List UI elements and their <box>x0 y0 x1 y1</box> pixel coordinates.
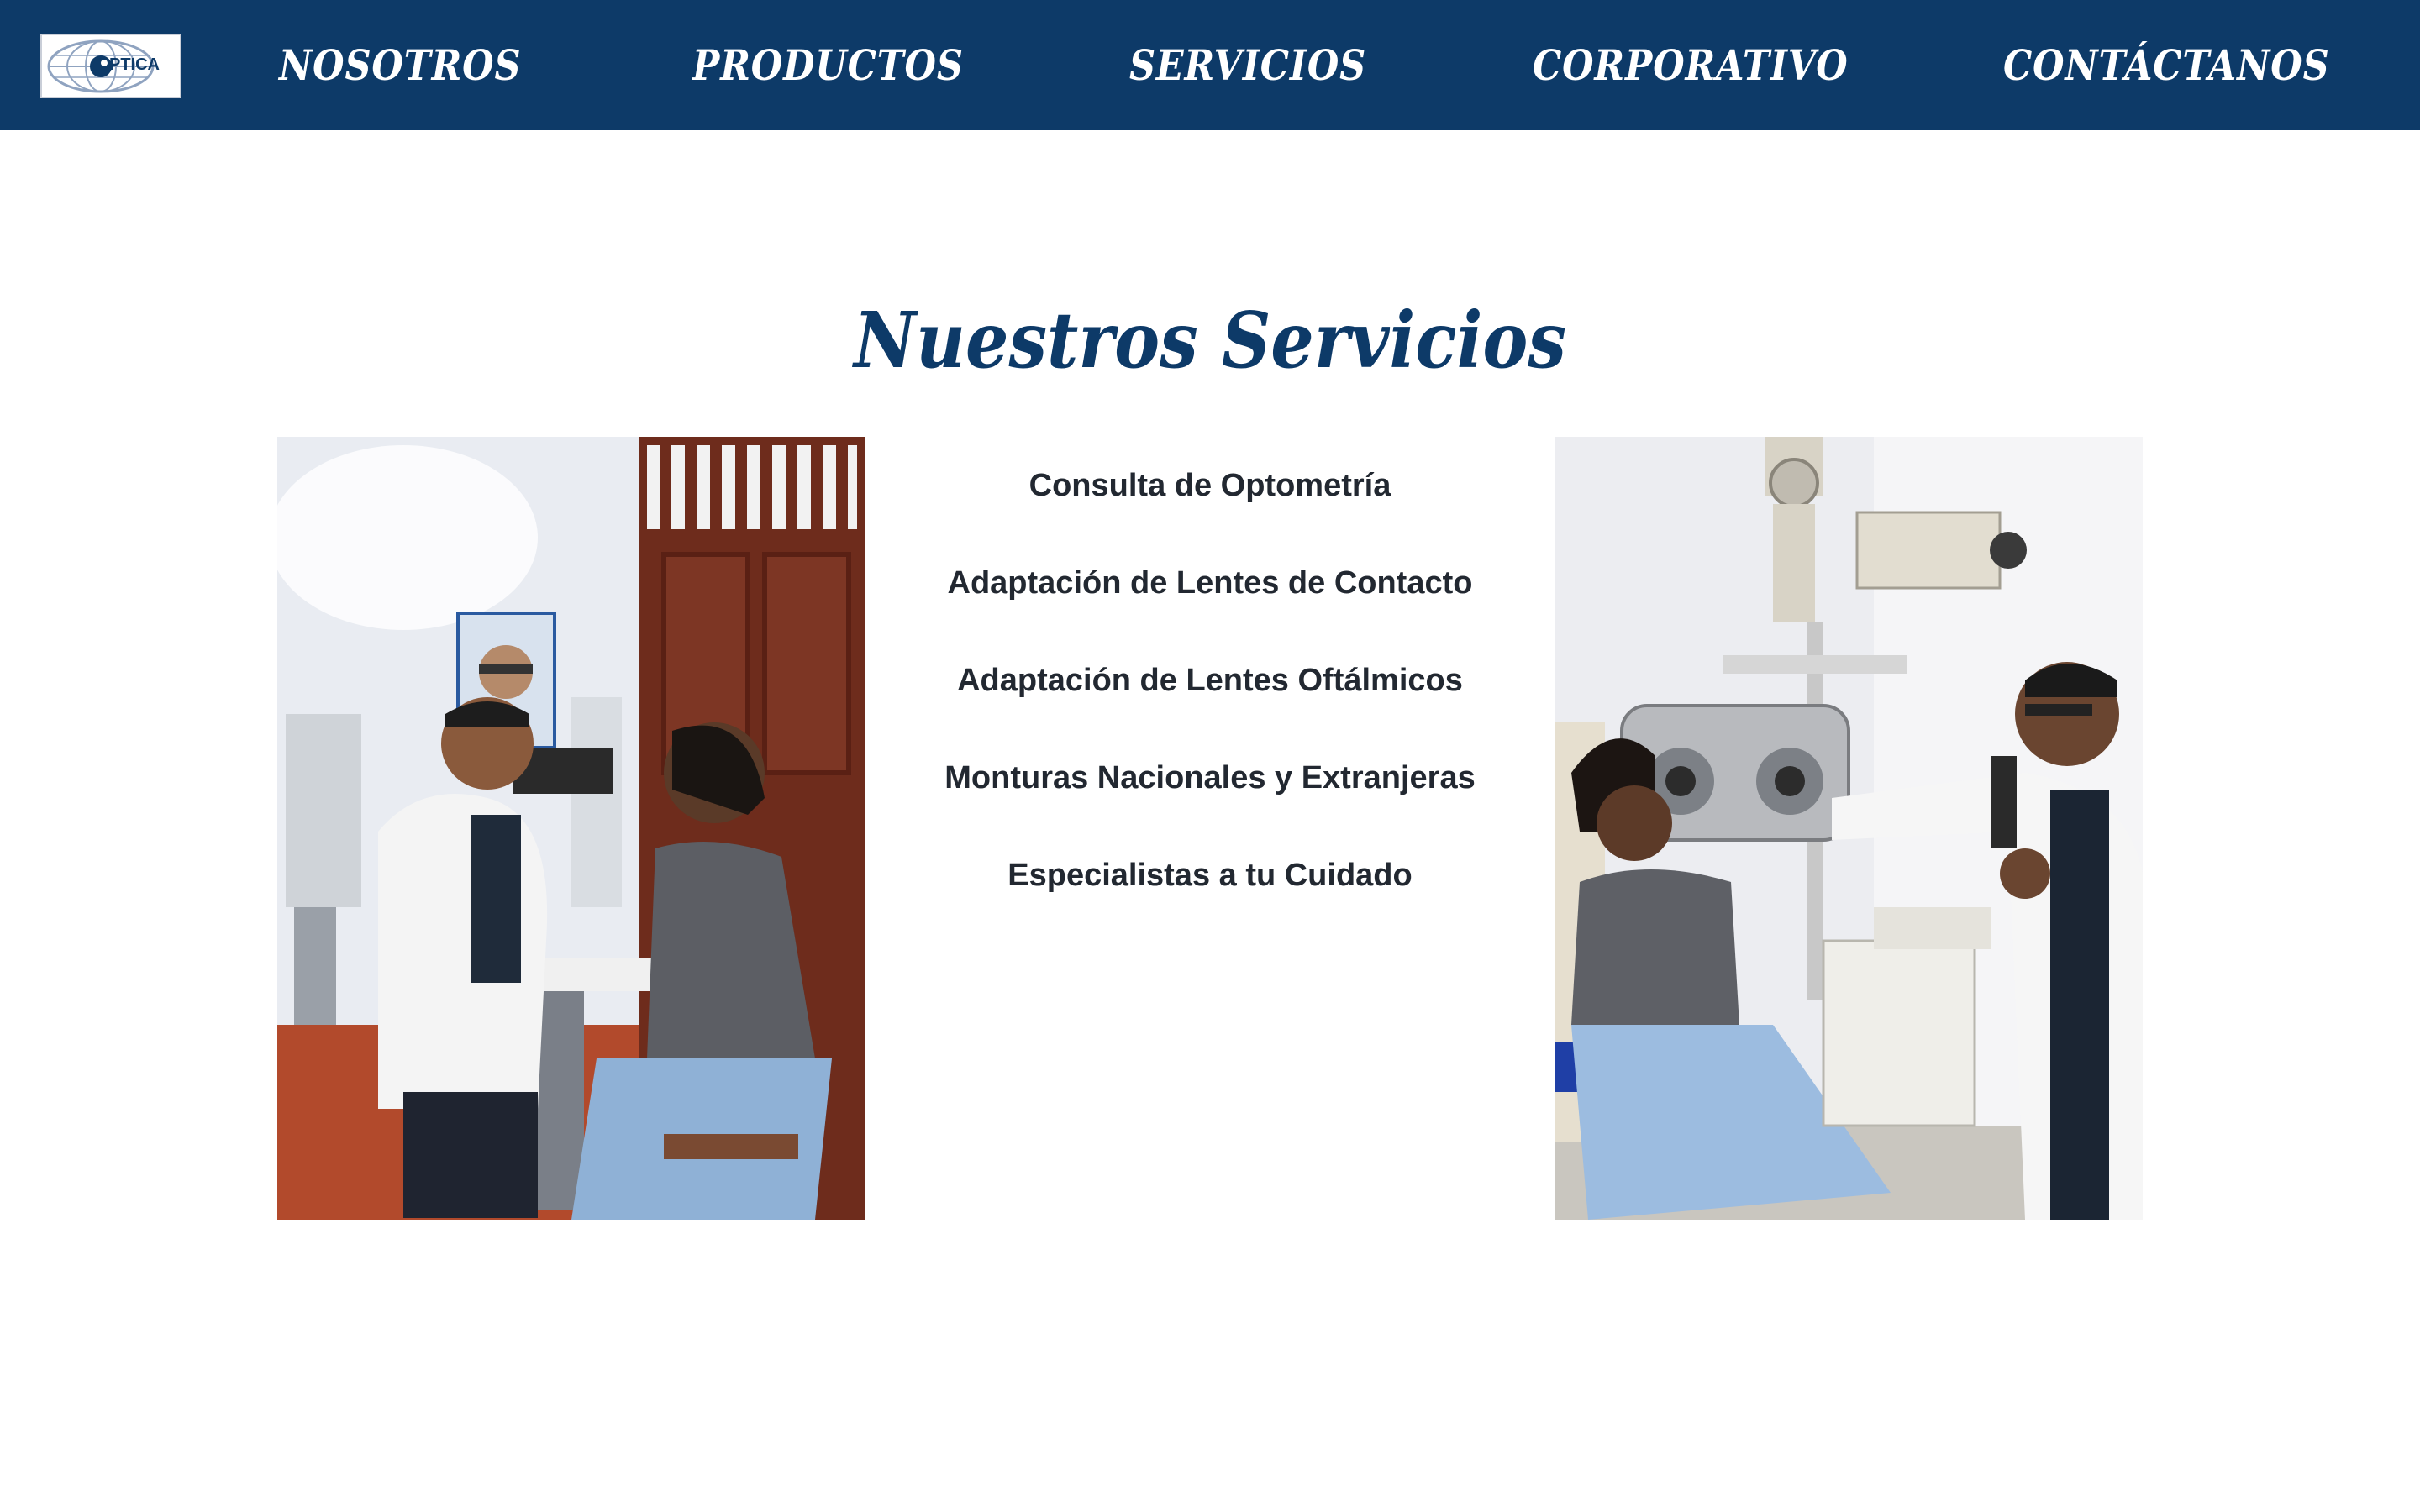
nav-item-productos[interactable]: PRODUCTOS <box>692 32 964 99</box>
top-navbar: PTICA NOSOTROS PRODUCTOS SERVICIOS CORPO… <box>0 0 2420 130</box>
service-item: Monturas Nacionales y Extranjeras <box>944 760 1476 795</box>
page-title: Nuestros Servicios <box>854 295 1566 386</box>
slit-lamp-exam-photo <box>277 437 865 1220</box>
phoropter-exam-photo <box>1555 437 2143 1220</box>
service-item: Especialistas a tu Cuidado <box>1007 858 1413 893</box>
nav-item-corporativo[interactable]: CORPORATIVO <box>1533 32 1849 99</box>
logo-text: PTICA <box>109 55 160 74</box>
nav-item-contactanos[interactable]: CONTÁCTANOS <box>2003 32 2330 99</box>
nav-item-servicios[interactable]: SERVICIOS <box>1129 32 1366 99</box>
nav-item-nosotros[interactable]: NOSOTROS <box>279 32 521 99</box>
service-item: Adaptación de Lentes de Contacto <box>947 565 1473 601</box>
service-item: Adaptación de Lentes Oftálmicos <box>957 663 1463 698</box>
logo[interactable]: PTICA <box>40 34 182 98</box>
service-item: Consulta de Optometría <box>1028 468 1392 503</box>
services-list: Consulta de Optometría Adaptación de Len… <box>891 454 1529 941</box>
